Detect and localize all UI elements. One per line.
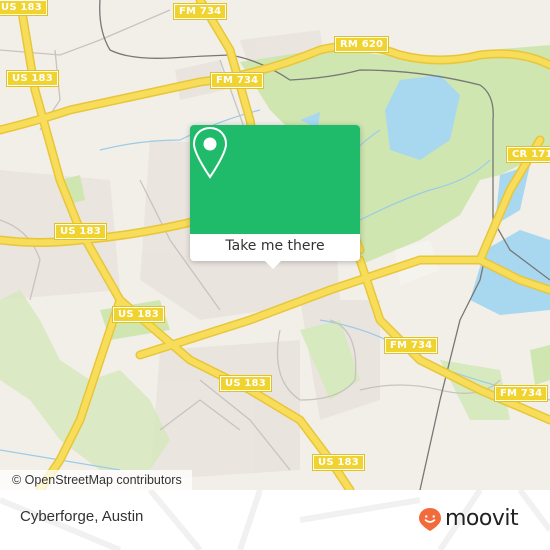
road-shield: US 183 <box>112 306 165 323</box>
place-name: Cyberforge, Austin <box>20 508 144 525</box>
road-shield: FM 734 <box>383 337 439 354</box>
moovit-pin-icon <box>419 508 441 531</box>
road-shield: CR 171 <box>506 146 550 163</box>
take-me-there-button[interactable]: Take me there <box>190 234 360 261</box>
destination-popup: Take me there <box>190 125 360 269</box>
popup-pointer <box>264 260 282 269</box>
map-attribution[interactable]: © OpenStreetMap contributors <box>0 470 192 490</box>
road-shield: US 183 <box>6 70 59 87</box>
road-shield: US 183 <box>0 0 48 16</box>
moovit-wordmark: moovit <box>445 506 519 531</box>
road-shield: US 183 <box>54 223 107 240</box>
road-shield: US 183 <box>312 454 365 471</box>
road-shield: RM 620 <box>333 36 390 53</box>
location-pin-icon <box>192 126 228 179</box>
road-shield: US 183 <box>219 375 272 392</box>
road-shield: FM 734 <box>172 3 228 20</box>
road-shield: FM 734 <box>209 72 265 89</box>
map[interactable]: US 183 FM 734 RM 620 US 183 FM 734 CR 17… <box>0 0 550 490</box>
popup-header[interactable] <box>190 125 360 234</box>
road-shield: FM 734 <box>493 385 549 402</box>
moovit-logo[interactable]: moovit <box>418 506 519 532</box>
footer: Cyberforge, Austin moovit <box>0 490 550 550</box>
